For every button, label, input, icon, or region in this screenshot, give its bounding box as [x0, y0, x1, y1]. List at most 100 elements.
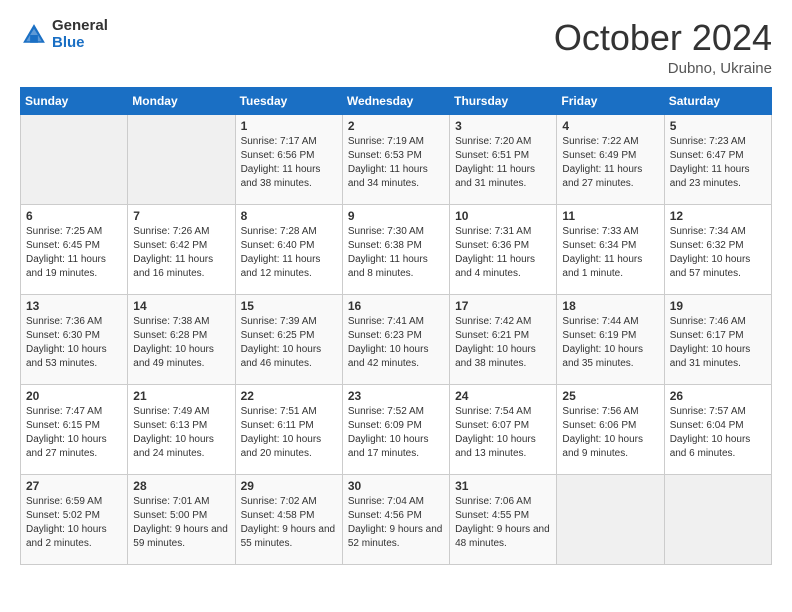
day-info: Sunrise: 7:01 AM Sunset: 5:00 PM Dayligh…	[133, 495, 229, 551]
day-number: 30	[348, 479, 444, 493]
day-number: 3	[455, 119, 551, 133]
col-header-thursday: Thursday	[450, 87, 557, 114]
week-row-2: 6 Sunrise: 7:25 AM Sunset: 6:45 PM Daylig…	[21, 204, 772, 294]
day-cell	[21, 114, 128, 204]
day-cell: 16Sunrise: 7:41 AM Sunset: 6:23 PM Dayli…	[342, 294, 449, 384]
day-cell: 24 Sunrise: 7:54 AM Sunset: 6:07 PM Dayli…	[450, 384, 557, 474]
day-number: 11	[562, 209, 658, 223]
day-number: 18	[562, 299, 658, 313]
day-info: Sunrise: 7:52 AM Sunset: 6:09 PM Dayligh…	[348, 405, 444, 461]
week-row-5: 27 Sunrise: 6:59 AM Sunset: 5:02 PM Dayli…	[21, 474, 772, 564]
day-info: Sunrise: 7:30 AM Sunset: 6:38 PM Dayligh…	[348, 225, 444, 281]
day-number: 7	[133, 209, 229, 223]
day-info: Sunrise: 7:42 AM Sunset: 6:21 PM Dayligh…	[455, 315, 551, 371]
week-row-4: 20 Sunrise: 7:47 AM Sunset: 6:15 PM Dayli…	[21, 384, 772, 474]
day-number: 6	[26, 209, 122, 223]
day-cell: 27 Sunrise: 6:59 AM Sunset: 5:02 PM Dayli…	[21, 474, 128, 564]
day-info: Sunrise: 7:39 AM Sunset: 6:25 PM Dayligh…	[241, 315, 337, 371]
day-info: Sunrise: 7:19 AM Sunset: 6:53 PM Dayligh…	[348, 135, 444, 191]
day-info: Sunrise: 7:38 AM Sunset: 6:28 PM Dayligh…	[133, 315, 229, 371]
day-cell: 31 Sunrise: 7:06 AM Sunset: 4:55 PM Dayli…	[450, 474, 557, 564]
day-cell: 30 Sunrise: 7:04 AM Sunset: 4:56 PM Dayli…	[342, 474, 449, 564]
day-cell: 19Sunrise: 7:46 AM Sunset: 6:17 PM Dayli…	[664, 294, 771, 384]
week-row-3: 13 Sunrise: 7:36 AM Sunset: 6:30 PM Dayli…	[21, 294, 772, 384]
day-info: Sunrise: 7:47 AM Sunset: 6:15 PM Dayligh…	[26, 405, 122, 461]
day-cell: 6 Sunrise: 7:25 AM Sunset: 6:45 PM Daylig…	[21, 204, 128, 294]
day-cell: 1 Sunrise: 7:17 AM Sunset: 6:56 PM Daylig…	[235, 114, 342, 204]
day-info: Sunrise: 7:06 AM Sunset: 4:55 PM Dayligh…	[455, 495, 551, 551]
day-cell: 11 Sunrise: 7:33 AM Sunset: 6:34 PM Dayli…	[557, 204, 664, 294]
day-number: 29	[241, 479, 337, 493]
location: Dubno, Ukraine	[554, 60, 772, 77]
day-number: 13	[26, 299, 122, 313]
title-block: October 2024 Dubno, Ukraine	[554, 18, 772, 77]
logo-text: General Blue	[52, 18, 108, 51]
logo: General Blue	[20, 18, 108, 51]
day-info: Sunrise: 7:23 AM Sunset: 6:47 PM Dayligh…	[670, 135, 766, 191]
day-cell: 10 Sunrise: 7:31 AM Sunset: 6:36 PM Dayli…	[450, 204, 557, 294]
day-info: Sunrise: 7:25 AM Sunset: 6:45 PM Dayligh…	[26, 225, 122, 281]
day-number: 22	[241, 389, 337, 403]
day-cell: 8 Sunrise: 7:28 AM Sunset: 6:40 PM Daylig…	[235, 204, 342, 294]
logo-blue: Blue	[52, 35, 108, 52]
day-cell: 25Sunrise: 7:56 AM Sunset: 6:06 PM Dayli…	[557, 384, 664, 474]
day-number: 1	[241, 119, 337, 133]
day-number: 17	[455, 299, 551, 313]
day-info: Sunrise: 7:04 AM Sunset: 4:56 PM Dayligh…	[348, 495, 444, 551]
day-info: Sunrise: 7:57 AM Sunset: 6:04 PM Dayligh…	[670, 405, 766, 461]
day-cell: 28 Sunrise: 7:01 AM Sunset: 5:00 PM Dayli…	[128, 474, 235, 564]
day-number: 9	[348, 209, 444, 223]
day-number: 24	[455, 389, 551, 403]
day-cell: 22Sunrise: 7:51 AM Sunset: 6:11 PM Dayli…	[235, 384, 342, 474]
day-number: 28	[133, 479, 229, 493]
day-number: 25	[562, 389, 658, 403]
day-cell: 18Sunrise: 7:44 AM Sunset: 6:19 PM Dayli…	[557, 294, 664, 384]
day-info: Sunrise: 7:49 AM Sunset: 6:13 PM Dayligh…	[133, 405, 229, 461]
day-cell: 2Sunrise: 7:19 AM Sunset: 6:53 PM Daylig…	[342, 114, 449, 204]
day-info: Sunrise: 7:22 AM Sunset: 6:49 PM Dayligh…	[562, 135, 658, 191]
day-cell: 12Sunrise: 7:34 AM Sunset: 6:32 PM Dayli…	[664, 204, 771, 294]
day-number: 20	[26, 389, 122, 403]
day-cell: 14 Sunrise: 7:38 AM Sunset: 6:28 PM Dayli…	[128, 294, 235, 384]
col-header-saturday: Saturday	[664, 87, 771, 114]
day-cell: 4 Sunrise: 7:22 AM Sunset: 6:49 PM Daylig…	[557, 114, 664, 204]
col-header-friday: Friday	[557, 87, 664, 114]
day-cell: 13 Sunrise: 7:36 AM Sunset: 6:30 PM Dayli…	[21, 294, 128, 384]
day-number: 16	[348, 299, 444, 313]
day-info: Sunrise: 7:02 AM Sunset: 4:58 PM Dayligh…	[241, 495, 337, 551]
day-number: 21	[133, 389, 229, 403]
col-header-monday: Monday	[128, 87, 235, 114]
day-info: Sunrise: 7:28 AM Sunset: 6:40 PM Dayligh…	[241, 225, 337, 281]
day-info: Sunrise: 7:33 AM Sunset: 6:34 PM Dayligh…	[562, 225, 658, 281]
day-info: Sunrise: 7:31 AM Sunset: 6:36 PM Dayligh…	[455, 225, 551, 281]
day-number: 10	[455, 209, 551, 223]
day-info: Sunrise: 7:54 AM Sunset: 6:07 PM Dayligh…	[455, 405, 551, 461]
col-header-wednesday: Wednesday	[342, 87, 449, 114]
day-number: 8	[241, 209, 337, 223]
day-info: Sunrise: 7:36 AM Sunset: 6:30 PM Dayligh…	[26, 315, 122, 371]
day-number: 19	[670, 299, 766, 313]
day-number: 23	[348, 389, 444, 403]
month-title: October 2024	[554, 18, 772, 58]
day-cell: 9 Sunrise: 7:30 AM Sunset: 6:38 PM Daylig…	[342, 204, 449, 294]
day-number: 26	[670, 389, 766, 403]
day-cell: 3 Sunrise: 7:20 AM Sunset: 6:51 PM Daylig…	[450, 114, 557, 204]
page: General Blue October 2024 Dubno, Ukraine…	[0, 0, 792, 612]
day-cell: 7Sunrise: 7:26 AM Sunset: 6:42 PM Daylig…	[128, 204, 235, 294]
day-info: Sunrise: 6:59 AM Sunset: 5:02 PM Dayligh…	[26, 495, 122, 551]
header: General Blue October 2024 Dubno, Ukraine	[20, 18, 772, 77]
day-info: Sunrise: 7:20 AM Sunset: 6:51 PM Dayligh…	[455, 135, 551, 191]
logo-general: General	[52, 18, 108, 35]
logo-icon	[20, 21, 48, 49]
day-number: 27	[26, 479, 122, 493]
col-header-tuesday: Tuesday	[235, 87, 342, 114]
day-cell: 5Sunrise: 7:23 AM Sunset: 6:47 PM Daylig…	[664, 114, 771, 204]
day-cell: 29 Sunrise: 7:02 AM Sunset: 4:58 PM Dayli…	[235, 474, 342, 564]
day-number: 4	[562, 119, 658, 133]
day-info: Sunrise: 7:17 AM Sunset: 6:56 PM Dayligh…	[241, 135, 337, 191]
day-cell: 17 Sunrise: 7:42 AM Sunset: 6:21 PM Dayli…	[450, 294, 557, 384]
day-number: 14	[133, 299, 229, 313]
day-number: 31	[455, 479, 551, 493]
day-cell: 23 Sunrise: 7:52 AM Sunset: 6:09 PM Dayli…	[342, 384, 449, 474]
day-number: 15	[241, 299, 337, 313]
